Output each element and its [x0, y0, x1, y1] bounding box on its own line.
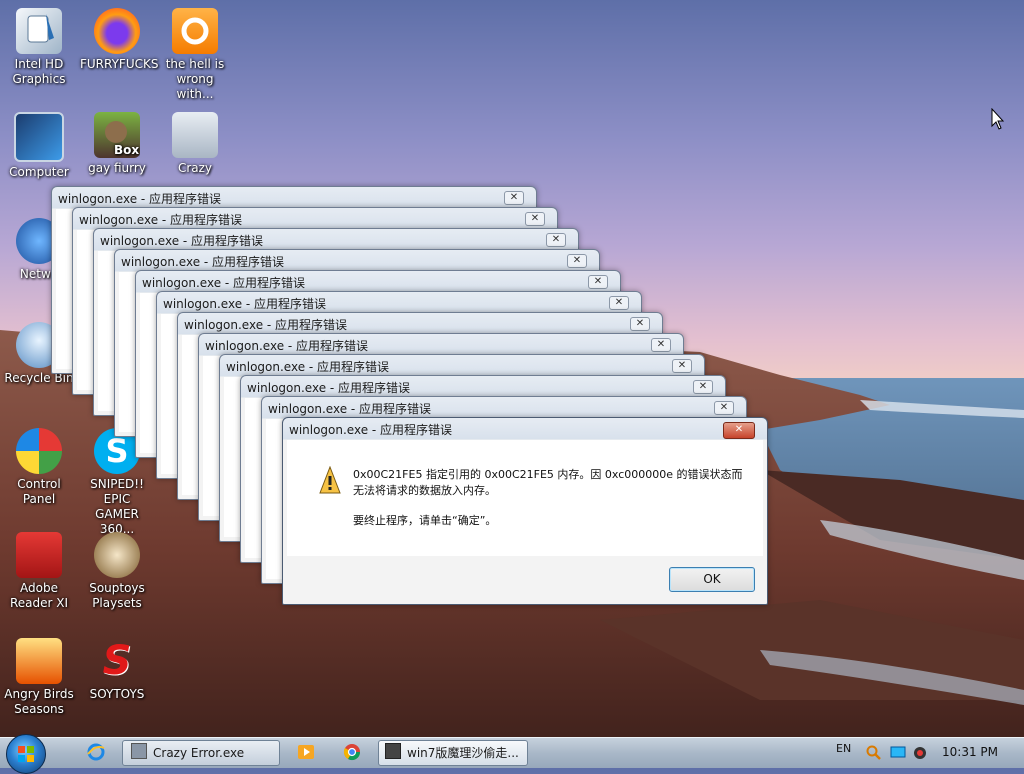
desktop-icon-label: Control Panel: [17, 477, 61, 506]
desktop-icon-furryfucks[interactable]: FURRYFUCKS: [80, 8, 159, 72]
folder-icon: [172, 112, 218, 158]
svg-text:Box: Box: [114, 143, 139, 157]
control-panel-icon: [16, 428, 62, 474]
media-player-icon[interactable]: [296, 742, 316, 762]
uc-browser-icon: [172, 8, 218, 54]
taskbar-item-label: Crazy Error.exe: [153, 746, 245, 760]
desktop-icon-souptoys[interactable]: Souptoys Playsets: [80, 532, 154, 611]
dialog-title: winlogon.exe - 应用程序错误: [184, 318, 348, 332]
error-dialog-active[interactable]: winlogon.exe - 应用程序错误 ✕ 0x00C21FE5 指定引用的…: [282, 417, 768, 605]
mouse-cursor-icon: [991, 108, 1005, 130]
close-button[interactable]: ✕: [651, 338, 671, 352]
marisa-icon: [385, 743, 401, 759]
desktop-icon-computer[interactable]: Computer: [2, 112, 76, 180]
computer-icon: [14, 112, 64, 162]
start-button[interactable]: [6, 734, 46, 774]
close-button[interactable]: ✕: [693, 380, 713, 394]
search-icon[interactable]: [866, 745, 882, 761]
soytoys-icon: S: [102, 638, 132, 684]
ok-button[interactable]: OK: [669, 567, 755, 592]
desktop-icon-label: the hell is wrong with...: [165, 57, 225, 101]
close-button[interactable]: ✕: [567, 254, 587, 268]
close-button[interactable]: ✕: [525, 212, 545, 226]
ie-icon[interactable]: [86, 742, 106, 762]
desktop-icon-label: Computer: [9, 165, 69, 179]
desktop-icon-label: Souptoys Playsets: [89, 581, 145, 610]
message-line: 无法将请求的数据放入内存。: [353, 484, 496, 497]
dialog-title: winlogon.exe - 应用程序错误: [163, 297, 327, 311]
desktop-icon-crazy[interactable]: Crazy: [158, 112, 232, 176]
taskbar: Crazy Error.exe win7版魔理沙偷走... EN 10:31 P…: [0, 734, 1024, 774]
close-button[interactable]: ✕: [630, 317, 650, 331]
desktop-icon-label: gay fiurry: [88, 161, 146, 175]
adobe-reader-icon: [16, 532, 62, 578]
message-line: 要终止程序，请单击“确定”。: [353, 514, 497, 527]
message-line: 0x00C21FE5 指定引用的 0x00C21FE5 内存。因 0xc0000…: [353, 468, 743, 481]
dialog-title: winlogon.exe - 应用程序错误: [226, 360, 390, 374]
close-button[interactable]: ✕: [546, 233, 566, 247]
intel-graphics-icon: [16, 8, 62, 54]
desktop-icon-adobe-reader[interactable]: Adobe Reader XI: [2, 532, 76, 611]
desktop-icon-intel-hd-graphics[interactable]: Intel HD Graphics: [2, 8, 76, 87]
dialog-title: winlogon.exe - 应用程序错误: [268, 402, 432, 416]
desktop-icon-label: Intel HD Graphics: [12, 57, 66, 86]
dialog-title: winlogon.exe - 应用程序错误: [142, 276, 306, 290]
firefox-icon: [94, 8, 140, 54]
record-icon[interactable]: [912, 745, 928, 761]
dialog-title: winlogon.exe - 应用程序错误: [79, 213, 243, 227]
dialog-message: 0x00C21FE5 指定引用的 0x00C21FE5 内存。因 0xc0000…: [353, 467, 743, 529]
close-button[interactable]: ✕: [714, 401, 734, 415]
warning-icon: [319, 466, 341, 494]
windows-logo-icon: [18, 746, 34, 762]
clock[interactable]: 10:31 PM: [942, 745, 998, 759]
desktop-icon-soytoys[interactable]: S SOYTOYS: [80, 638, 154, 702]
souptoys-icon: [94, 532, 140, 578]
dialog-title: winlogon.exe - 应用程序错误: [247, 381, 411, 395]
dialog-title: winlogon.exe - 应用程序错误: [205, 339, 369, 353]
close-button[interactable]: ✕: [609, 296, 629, 310]
dialog-title: winlogon.exe - 应用程序错误: [100, 234, 264, 248]
dialog-title: winlogon.exe - 应用程序错误: [289, 423, 453, 437]
system-tray: EN 10:31 PM: [814, 738, 1024, 768]
desktop-icon-label: Angry Birds Seasons: [4, 687, 74, 716]
desktop-icon-label: SNIPED!! EPIC GAMER 360...: [90, 477, 144, 536]
desktop-icon-gay-fiurry[interactable]: Box gay fiurry: [80, 112, 154, 176]
close-button[interactable]: ✕: [723, 422, 755, 439]
box-game-icon: Box: [94, 112, 140, 158]
dialog-body: 0x00C21FE5 指定引用的 0x00C21FE5 内存。因 0xc0000…: [287, 440, 763, 556]
angry-birds-icon: [16, 638, 62, 684]
close-button[interactable]: ✕: [504, 191, 524, 205]
desktop-icon-label: FURRYFUCKS: [80, 57, 159, 71]
monitor-icon[interactable]: [890, 745, 906, 761]
crazy-error-icon: [131, 743, 147, 759]
dialog-title: winlogon.exe - 应用程序错误: [121, 255, 285, 269]
taskbar-item-marisa[interactable]: win7版魔理沙偷走...: [378, 740, 528, 766]
desktop-icon-uc-browser[interactable]: the hell is wrong with...: [158, 8, 232, 102]
desktop-icon-label: Crazy: [177, 161, 213, 175]
close-button[interactable]: ✕: [672, 359, 692, 373]
taskbar-item-crazy-error[interactable]: Crazy Error.exe: [122, 740, 280, 766]
desktop-icon-angry-birds[interactable]: Angry Birds Seasons: [2, 638, 76, 717]
desktop-icon-control-panel[interactable]: Control Panel: [2, 428, 76, 507]
language-indicator[interactable]: EN: [836, 742, 851, 755]
close-button[interactable]: ✕: [588, 275, 608, 289]
chrome-icon[interactable]: [342, 742, 362, 762]
desktop-icon-label: SOYTOYS: [89, 687, 145, 701]
dialog-title: winlogon.exe - 应用程序错误: [58, 192, 222, 206]
desktop-icon-label: Adobe Reader XI: [9, 581, 69, 610]
taskbar-item-label: win7版魔理沙偷走...: [407, 746, 519, 760]
